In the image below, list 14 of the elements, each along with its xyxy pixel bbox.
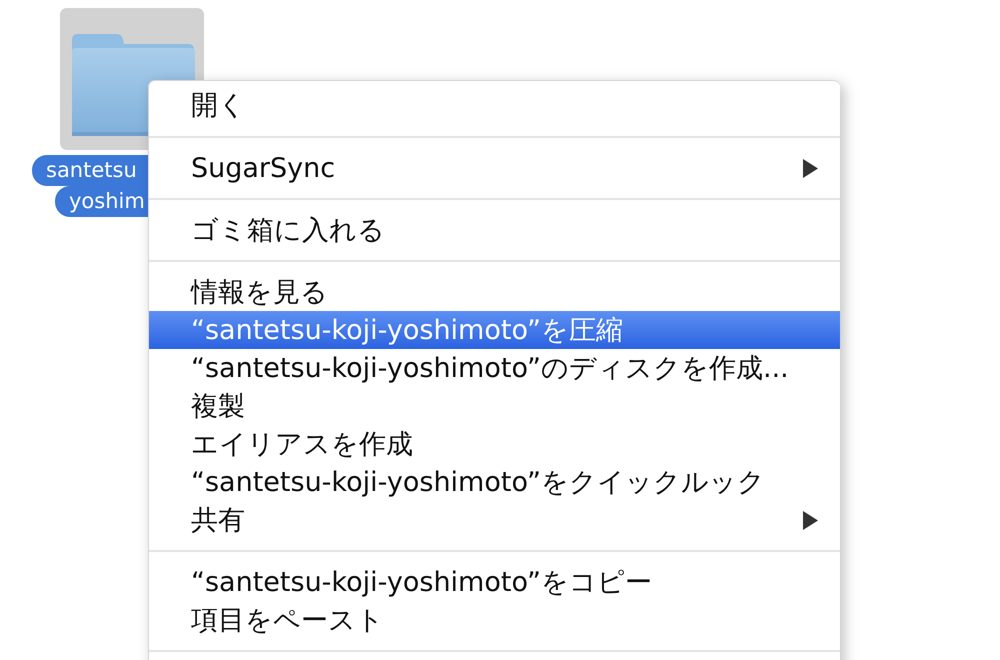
menu-item[interactable]: “santetsu-koji-yoshimoto”を圧縮 [149, 311, 840, 349]
menu-item[interactable]: 複製 [149, 387, 840, 425]
menu-item[interactable]: “santetsu-koji-yoshimoto”のディスクを作成... [149, 349, 840, 387]
menu-item[interactable]: 項目をペースト [149, 601, 840, 639]
menu-item[interactable]: ゴミ箱に入れる [149, 211, 840, 249]
file-name-label: yoshim [55, 186, 148, 217]
menu-item[interactable]: “santetsu-koji-yoshimoto”をコピー [149, 563, 840, 601]
menu-item[interactable]: 共有 [149, 501, 840, 539]
menu-item[interactable]: SugarSync [149, 149, 840, 187]
menu-item[interactable]: 開く [149, 86, 840, 124]
menu-item[interactable]: 情報を見る [149, 273, 840, 311]
menu-item[interactable]: エイリアスを作成 [149, 425, 840, 463]
menu-item[interactable]: “santetsu-koji-yoshimoto”をクイックルック [149, 463, 840, 501]
file-name-label: santetsu [32, 155, 148, 186]
